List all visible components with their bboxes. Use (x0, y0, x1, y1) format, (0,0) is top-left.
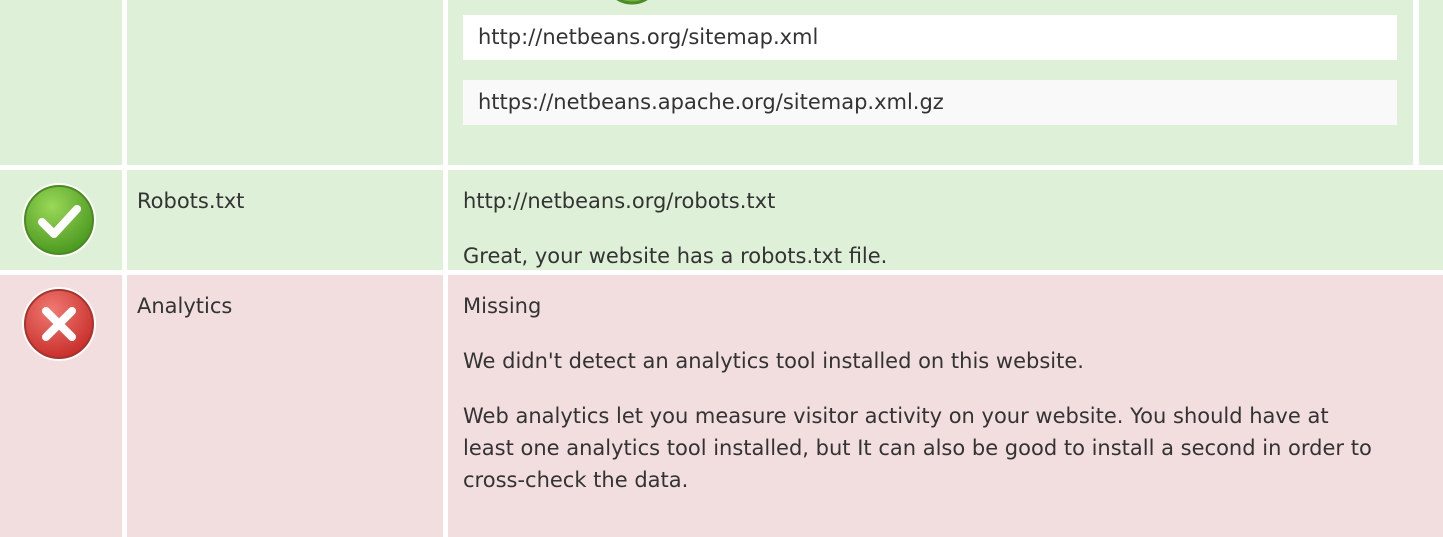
robots-label-text: Robots.txt (137, 189, 245, 213)
robots-icon-cell (0, 170, 122, 270)
robots-value-cell: http://netbeans.org/robots.txt Great, yo… (448, 170, 1443, 270)
robots-message: Great, your website has a robots.txt fil… (463, 244, 888, 268)
robots-label: Robots.txt (127, 170, 443, 270)
analytics-value-cell: Missing We didn't detect an analytics to… (448, 275, 1443, 537)
sitemap-url-item[interactable]: https://netbeans.apache.org/sitemap.xml.… (463, 80, 1397, 125)
sitemap-label-cell (127, 0, 443, 165)
sitemap-icon-cell (0, 0, 122, 165)
check-icon (616, 0, 648, 5)
analytics-label-text: Analytics (137, 294, 233, 318)
error-x-icon (22, 287, 96, 361)
analytics-icon-cell (0, 275, 122, 537)
robots-url[interactable]: http://netbeans.org/robots.txt (463, 185, 1443, 217)
check-icon (22, 183, 96, 257)
analytics-status: Missing (463, 294, 542, 318)
sitemap-url-item[interactable]: http://netbeans.org/sitemap.xml (463, 15, 1397, 60)
analytics-advice: Web analytics let you measure visitor ac… (463, 404, 1372, 492)
analytics-label: Analytics (127, 275, 443, 537)
analytics-message: We didn't detect an analytics tool insta… (463, 349, 1084, 373)
sitemap-right-edge (1419, 0, 1443, 165)
